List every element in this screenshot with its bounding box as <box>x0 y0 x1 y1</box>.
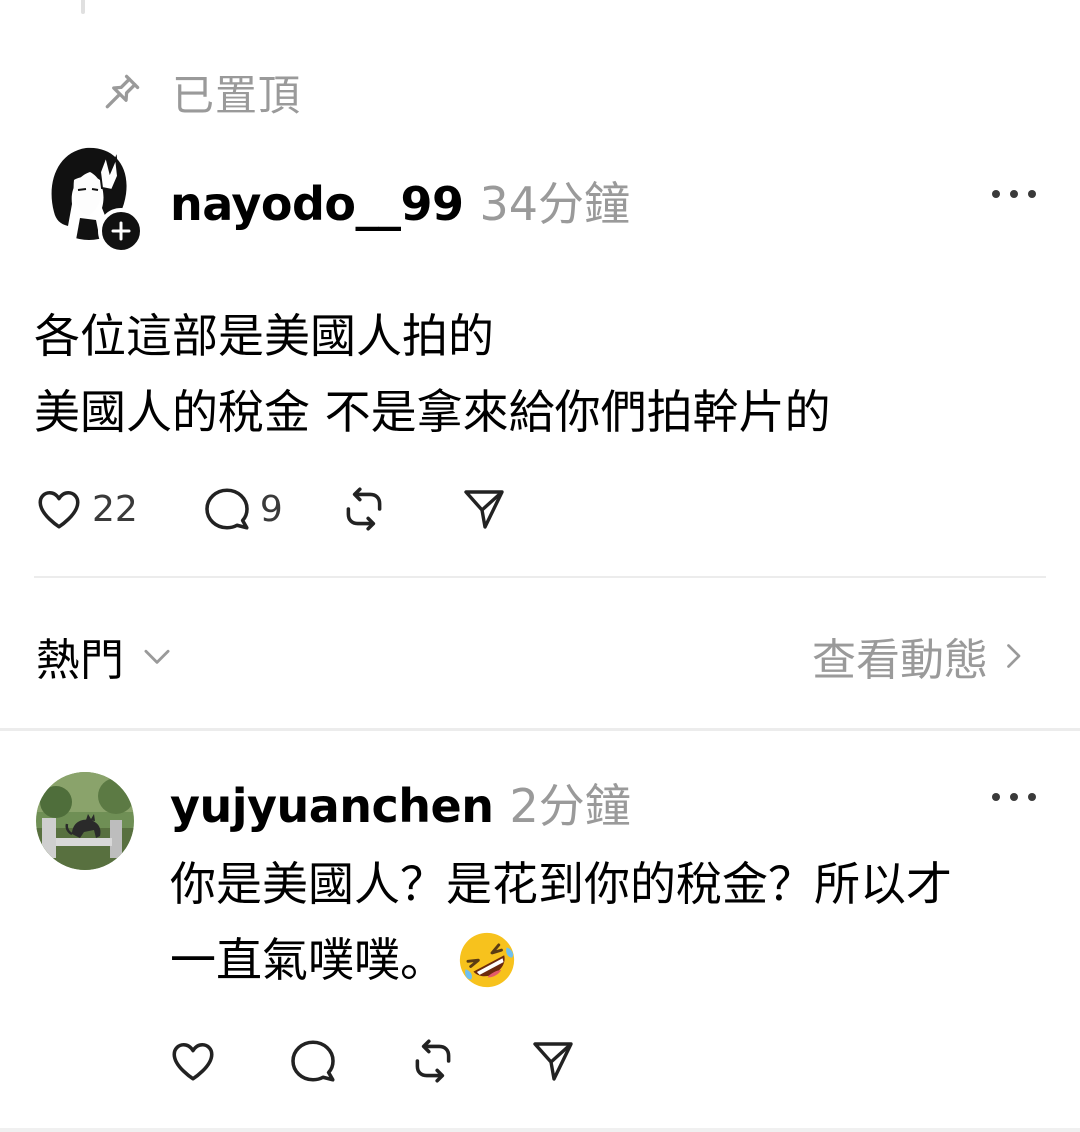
reply-text-line: 一直氣噗噗。 <box>170 933 446 987</box>
comment-button[interactable]: 9 <box>202 484 283 534</box>
view-activity-link[interactable]: 查看動態 <box>812 626 1028 686</box>
post-username[interactable]: nayodo__99 <box>170 177 464 231</box>
post-action-bar: 22 9 <box>34 484 509 534</box>
repost-icon <box>408 1036 458 1086</box>
reply-timestamp: 2分鐘 <box>509 779 631 833</box>
view-activity-label: 查看動態 <box>812 635 988 686</box>
follow-button[interactable] <box>98 208 144 254</box>
plus-icon <box>111 221 131 241</box>
repost-icon <box>339 484 389 534</box>
post-header: nayodo__99 34分鐘 <box>170 168 630 234</box>
like-count: 22 <box>92 488 138 530</box>
thread-page: 已置頂 nayodo__99 34分鐘 各位這部是美國人拍的 美國人的稅金 不是… <box>0 0 1080 1132</box>
avatar[interactable] <box>36 772 134 870</box>
share-button[interactable] <box>528 1036 578 1086</box>
comment-icon <box>202 484 252 534</box>
post-text-line: 美國人的稅金 不是拿來給你們拍幹片的 <box>34 385 831 439</box>
thread-connector-line <box>81 0 85 14</box>
reply-header: yujyuanchen 2分鐘 <box>170 770 631 836</box>
share-button[interactable] <box>459 484 509 534</box>
section-divider <box>0 728 1080 731</box>
post-timestamp: 34分鐘 <box>479 177 631 231</box>
heart-icon <box>168 1036 218 1086</box>
sort-label: 熱門 <box>36 635 124 686</box>
reply-text-line-2: 一直氣噗噗。 <box>170 922 1050 998</box>
heart-icon <box>34 484 84 534</box>
more-icon[interactable] <box>992 186 1036 202</box>
post-text: 各位這部是美國人拍的 美國人的稅金 不是拿來給你們拍幹片的 <box>34 298 1044 450</box>
pin-icon <box>98 68 146 116</box>
chevron-right-icon <box>998 638 1028 674</box>
reply-username[interactable]: yujyuanchen <box>170 779 494 833</box>
pinned-label: 已置頂 <box>172 70 302 120</box>
comment-count: 9 <box>259 488 283 530</box>
reply-text-line: 你是美國人？是花到你的稅金？所以才 <box>170 857 952 911</box>
send-icon <box>459 484 509 534</box>
like-button[interactable] <box>168 1036 218 1086</box>
post-text-line: 各位這部是美國人拍的 <box>34 309 494 363</box>
comment-icon <box>288 1036 338 1086</box>
pinned-indicator: 已置頂 <box>98 62 301 122</box>
divider <box>0 1128 1080 1132</box>
repost-button[interactable] <box>339 484 389 534</box>
chevron-down-icon <box>138 637 176 675</box>
more-icon[interactable] <box>992 789 1036 805</box>
reply-text: 你是美國人？是花到你的稅金？所以才 一直氣噗噗。 <box>170 846 1050 998</box>
repost-button[interactable] <box>408 1036 458 1086</box>
rolling-on-floor-laughing-emoji <box>456 929 518 991</box>
divider <box>34 576 1046 578</box>
reply-action-bar <box>168 1036 578 1086</box>
sort-dropdown[interactable]: 熱門 <box>36 626 176 686</box>
like-button[interactable]: 22 <box>34 484 138 534</box>
comment-button[interactable] <box>288 1036 338 1086</box>
send-icon <box>528 1036 578 1086</box>
